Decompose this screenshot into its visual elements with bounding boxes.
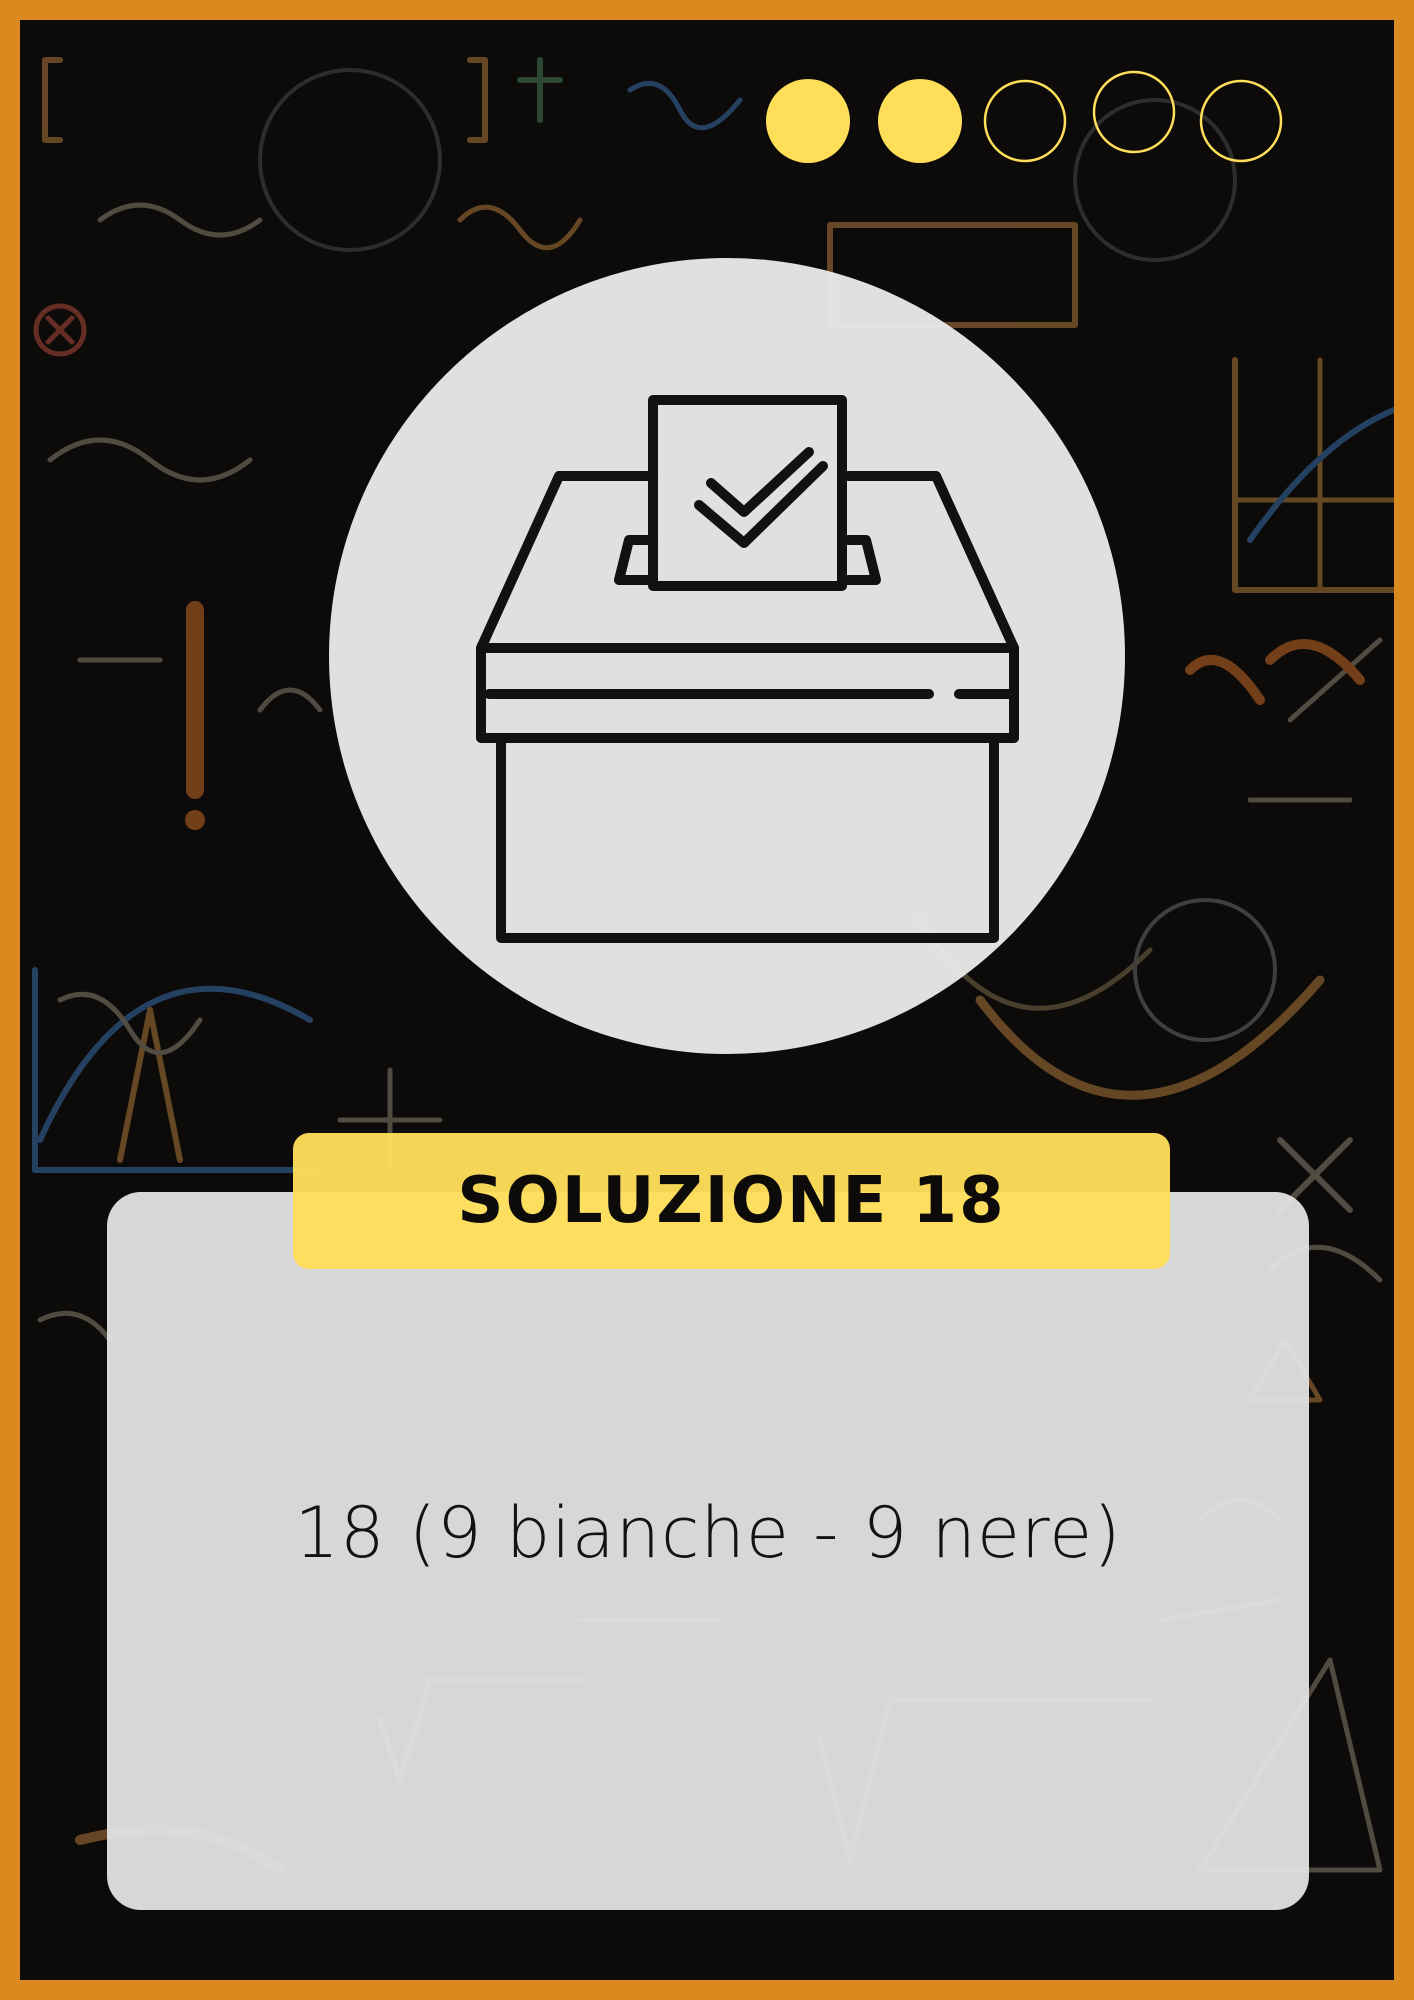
answer-panel: 18 (9 bianche - 9 nere) [107,1192,1309,1910]
answer-text: 18 (9 bianche - 9 nere) [294,1492,1122,1574]
ballot-box-icon [476,395,1019,943]
chalkboard-background: 18 (9 bianche - 9 nere) SOLUZIONE 18 [20,20,1394,1980]
icon-circle [329,258,1125,1054]
page-title: SOLUZIONE 18 [457,1164,1006,1238]
title-banner: SOLUZIONE 18 [293,1133,1170,1269]
